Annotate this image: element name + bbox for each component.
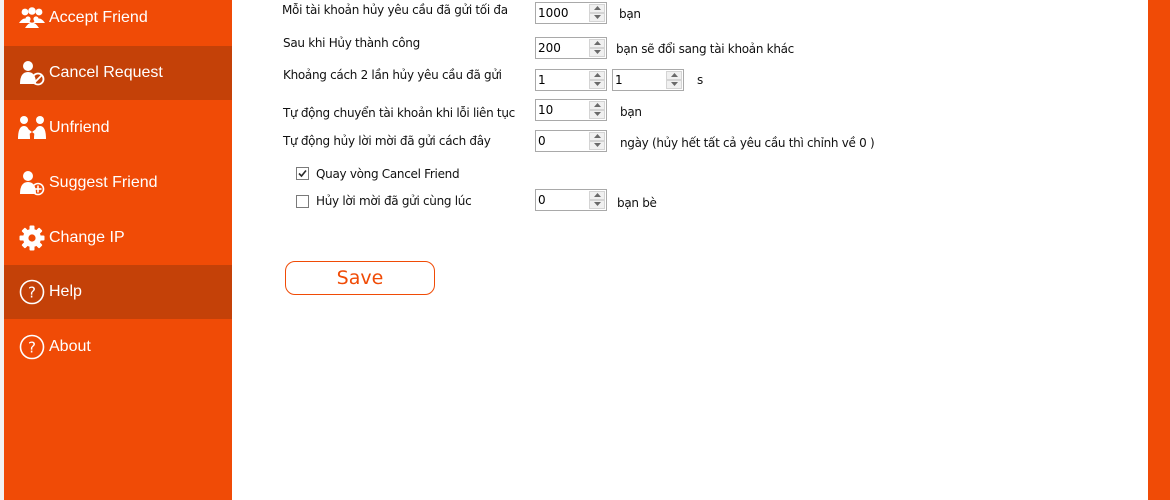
sidebar-item-accept-friend[interactable]: Accept Friend: [4, 0, 232, 45]
user-add-icon: [16, 167, 48, 199]
spin-down-icon[interactable]: [589, 200, 605, 209]
interval-label: Khoảng cách 2 lần hủy yêu cầu đã gửi: [283, 68, 502, 82]
sidebar: Accept Friend Cancel Request Unfriend Su…: [4, 0, 232, 500]
spin-up-icon[interactable]: [589, 191, 605, 200]
auto-cancel-days-input[interactable]: [536, 131, 588, 151]
question-circle-icon: ?: [16, 276, 48, 308]
interval-to-stepper[interactable]: [612, 69, 684, 91]
sidebar-item-help[interactable]: ? Help: [4, 265, 232, 319]
spin-up-icon[interactable]: [589, 71, 605, 80]
interval-to-input[interactable]: [613, 70, 665, 90]
max-cancel-stepper[interactable]: [535, 2, 607, 24]
interval-from-input[interactable]: [536, 70, 588, 90]
spin-down-icon[interactable]: [589, 48, 605, 57]
simultaneous-input[interactable]: [536, 190, 588, 210]
sidebar-item-unfriend[interactable]: Unfriend: [4, 101, 232, 155]
group-users-icon: [16, 2, 48, 34]
simultaneous-label: Hủy lời mời đã gửi cùng lúc: [316, 194, 472, 208]
auto-cancel-days-stepper[interactable]: [535, 130, 607, 152]
interval-from-stepper[interactable]: [535, 69, 607, 91]
sidebar-item-label: Cancel Request: [49, 64, 163, 81]
spin-up-icon[interactable]: [666, 71, 682, 80]
sidebar-item-change-ip[interactable]: Change IP: [4, 211, 232, 265]
sidebar-item-label: Help: [49, 283, 82, 300]
spin-up-icon[interactable]: [589, 39, 605, 48]
auto-switch-input[interactable]: [536, 100, 588, 120]
sidebar-item-label: Accept Friend: [49, 9, 148, 26]
save-button[interactable]: Save: [285, 261, 435, 295]
user-cancel-icon: [16, 57, 48, 89]
sidebar-item-label: Change IP: [49, 229, 125, 246]
max-cancel-input[interactable]: [536, 3, 588, 23]
settings-panel: Mỗi tài khoản hủy yêu cầu đã gửi tối đa …: [232, 0, 1148, 500]
auto-cancel-days-label: Tự động hủy lời mời đã gửi cách đây: [283, 134, 491, 148]
question-circle-icon: ?: [16, 331, 48, 363]
max-cancel-suffix: bạn: [619, 7, 641, 21]
auto-switch-stepper[interactable]: [535, 99, 607, 121]
sidebar-item-label: Suggest Friend: [49, 174, 158, 191]
auto-cancel-days-suffix: ngày (hủy hết tất cả yêu cầu thì chỉnh v…: [620, 136, 875, 150]
spin-up-icon[interactable]: [589, 4, 605, 13]
svg-text:?: ?: [28, 339, 36, 357]
after-cancel-input[interactable]: [536, 38, 588, 58]
simultaneous-checkbox[interactable]: [296, 195, 309, 208]
sidebar-item-suggest-friend[interactable]: Suggest Friend: [4, 156, 232, 210]
auto-switch-label: Tự động chuyển tài khoản khi lỗi liên tụ…: [283, 106, 515, 120]
after-cancel-stepper[interactable]: [535, 37, 607, 59]
spin-down-icon[interactable]: [589, 80, 605, 89]
after-cancel-suffix: bạn sẽ đổi sang tài khoản khác: [616, 42, 794, 56]
sidebar-item-about[interactable]: ? About: [4, 320, 232, 374]
spin-up-icon[interactable]: [589, 132, 605, 141]
simultaneous-suffix: bạn bè: [617, 196, 657, 210]
window-right-border: [1148, 0, 1170, 500]
spin-down-icon[interactable]: [589, 141, 605, 150]
gear-icon: [16, 222, 48, 254]
sidebar-item-label: About: [49, 338, 91, 355]
svg-text:?: ?: [28, 284, 36, 302]
spin-up-icon[interactable]: [589, 101, 605, 110]
spin-down-icon[interactable]: [589, 13, 605, 22]
loop-cancel-checkbox[interactable]: [296, 167, 309, 180]
sidebar-item-label: Unfriend: [49, 119, 110, 136]
sidebar-item-cancel-request[interactable]: Cancel Request: [4, 46, 232, 100]
user-unfriend-icon: [16, 112, 48, 144]
spin-down-icon[interactable]: [589, 110, 605, 119]
auto-switch-suffix: bạn: [620, 105, 642, 119]
max-cancel-label: Mỗi tài khoản hủy yêu cầu đã gửi tối đa: [282, 3, 508, 17]
spin-down-icon[interactable]: [666, 80, 682, 89]
loop-cancel-label: Quay vòng Cancel Friend: [316, 167, 460, 181]
interval-suffix: s: [697, 73, 703, 87]
simultaneous-stepper[interactable]: [535, 189, 607, 211]
after-cancel-label: Sau khi Hủy thành công: [283, 36, 420, 50]
